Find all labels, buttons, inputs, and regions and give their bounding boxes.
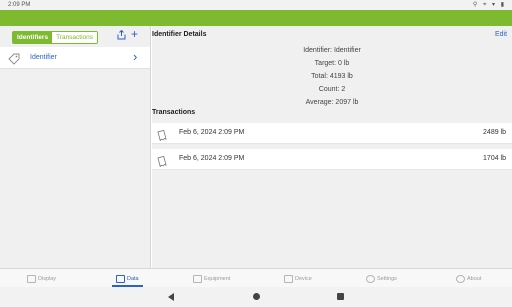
edit-button[interactable]: Edit — [495, 31, 507, 38]
tab-data[interactable]: Data — [112, 272, 143, 287]
detail-total: Total: 4193 lb — [311, 73, 353, 80]
transaction-row[interactable]: Feb 6, 2024 2:09 PM 2489 lb — [152, 123, 512, 144]
segment-identifiers[interactable]: Identifiers — [13, 32, 53, 43]
details-title: Identifier Details — [152, 31, 207, 38]
detail-average: Average: 2097 lb — [305, 99, 359, 106]
tab-display[interactable]: Display — [27, 272, 56, 286]
receipt-icon — [157, 128, 167, 142]
transaction-date: Feb 6, 2024 2:09 PM — [179, 155, 245, 162]
tab-device-label: Device — [295, 276, 312, 282]
tab-data-label: Data — [127, 276, 139, 282]
tab-about[interactable]: About — [456, 272, 481, 286]
receipt-icon — [157, 154, 167, 168]
tab-equipment[interactable]: Equipment — [193, 272, 230, 286]
identifiers-panel: Identifiers Transactions + Identifier › — [0, 26, 151, 268]
detail-count: Count: 2 — [318, 86, 346, 93]
transaction-amount: 2489 lb — [483, 129, 506, 136]
transactions-heading: Transactions — [152, 109, 196, 116]
tab-display-label: Display — [38, 276, 57, 282]
info-icon — [456, 275, 465, 283]
status-icons: ⚲ ⌖ ▾ ▮ — [472, 2, 506, 8]
view-segmented-control: Identifiers Transactions — [12, 31, 99, 44]
recents-icon[interactable] — [337, 293, 344, 300]
share-icon[interactable] — [117, 29, 126, 42]
identifier-label: Identifier — [30, 54, 57, 61]
device-icon — [284, 275, 293, 283]
transaction-row[interactable]: Feb 6, 2024 2:09 PM 1704 lb — [152, 149, 512, 170]
app-bar — [0, 10, 512, 26]
equipment-icon — [193, 275, 202, 283]
tab-settings[interactable]: Settings — [366, 272, 397, 286]
list-item-identifier[interactable]: Identifier › — [0, 47, 150, 69]
chevron-right-icon: › — [133, 49, 138, 64]
transaction-date: Feb 6, 2024 2:09 PM — [179, 129, 245, 136]
plus-icon[interactable]: + — [131, 27, 138, 41]
detail-target: Target: 0 lb — [314, 60, 350, 67]
data-icon — [116, 275, 125, 283]
transaction-amount: 1704 lb — [483, 155, 506, 162]
status-time: 2:09 PM — [8, 2, 31, 8]
tab-device[interactable]: Device — [284, 272, 312, 286]
details-summary: Identifier: Identifier Target: 0 lb Tota… — [152, 46, 512, 111]
display-icon — [27, 275, 36, 283]
bottom-tab-bar: Display Data Equipment Device Settings A… — [0, 268, 512, 287]
tab-settings-label: Settings — [377, 276, 397, 282]
identifier-details-panel: Identifier Details Edit Identifier: Iden… — [152, 26, 512, 268]
gear-icon — [366, 275, 375, 283]
tag-icon — [8, 52, 20, 65]
tab-about-label: About — [467, 276, 482, 282]
detail-identifier: Identifier: Identifier — [303, 47, 361, 54]
tab-equipment-label: Equipment — [204, 276, 231, 282]
segment-transactions[interactable]: Transactions — [52, 32, 98, 43]
home-icon[interactable] — [253, 293, 260, 300]
status-bar: 2:09 PM ⚲ ⌖ ▾ ▮ — [0, 0, 512, 10]
back-icon[interactable] — [168, 293, 174, 301]
system-nav-bar — [0, 287, 512, 307]
